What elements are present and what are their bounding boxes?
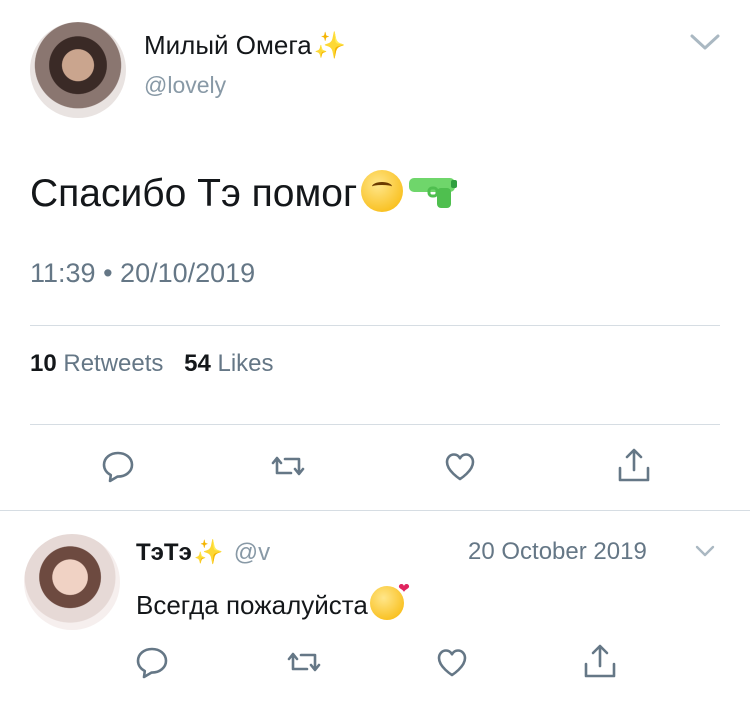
tweet-text: Спасибо Тэ помог (30, 170, 459, 216)
reply-icon[interactable] (98, 446, 138, 486)
divider (30, 325, 720, 326)
tweet-time: 11:39 (30, 258, 96, 288)
chevron-down-icon[interactable] (694, 543, 716, 559)
reply-author-name-text: ТэТэ (136, 539, 192, 566)
reply-text-content: Всегда пожалуйста (136, 590, 368, 620)
author-display-name[interactable]: Милый Омега✨ (144, 30, 346, 61)
smiling-face-with-hearts-emoji (369, 580, 410, 620)
author-avatar[interactable] (30, 22, 126, 118)
likes-label[interactable]: Likes (217, 350, 273, 377)
reply-text: Всегда пожалуйста (136, 580, 410, 621)
divider (0, 510, 750, 511)
reply-author-avatar[interactable] (24, 534, 120, 630)
like-icon[interactable] (432, 642, 472, 682)
retweets-count[interactable]: 10 (30, 350, 57, 377)
sparkles-emoji: ✨ (193, 539, 224, 566)
sparkles-emoji: ✨ (313, 30, 347, 60)
retweets-label[interactable]: Retweets (63, 350, 163, 377)
divider (30, 424, 720, 425)
tweet-timestamp[interactable]: 11:39 • 20/10/2019 (30, 258, 255, 289)
share-icon[interactable] (580, 642, 620, 682)
share-icon[interactable] (614, 446, 654, 486)
author-handle[interactable]: @lovely (144, 72, 226, 99)
chevron-down-icon[interactable] (688, 30, 722, 54)
upside-down-face-emoji (361, 170, 404, 212)
timestamp-separator: • (103, 258, 113, 288)
water-pistol-emoji (407, 174, 459, 210)
tweet-stats: 10 Retweets 54 Likes (30, 350, 288, 378)
retweet-icon[interactable] (268, 446, 308, 486)
likes-count[interactable]: 54 (184, 350, 211, 377)
reply-icon[interactable] (132, 642, 172, 682)
reply-author-handle[interactable]: @v (234, 539, 270, 566)
like-icon[interactable] (440, 446, 480, 486)
retweet-icon[interactable] (284, 642, 324, 682)
tweet-date: 20/10/2019 (120, 258, 256, 288)
reply-date[interactable]: 20 October 2019 (468, 538, 647, 566)
tweet-text-content: Спасибо Тэ помог (30, 172, 358, 215)
reply-author-display-name[interactable]: ТэТэ✨ @v (136, 538, 270, 567)
author-name-text: Милый Омега (144, 30, 312, 60)
